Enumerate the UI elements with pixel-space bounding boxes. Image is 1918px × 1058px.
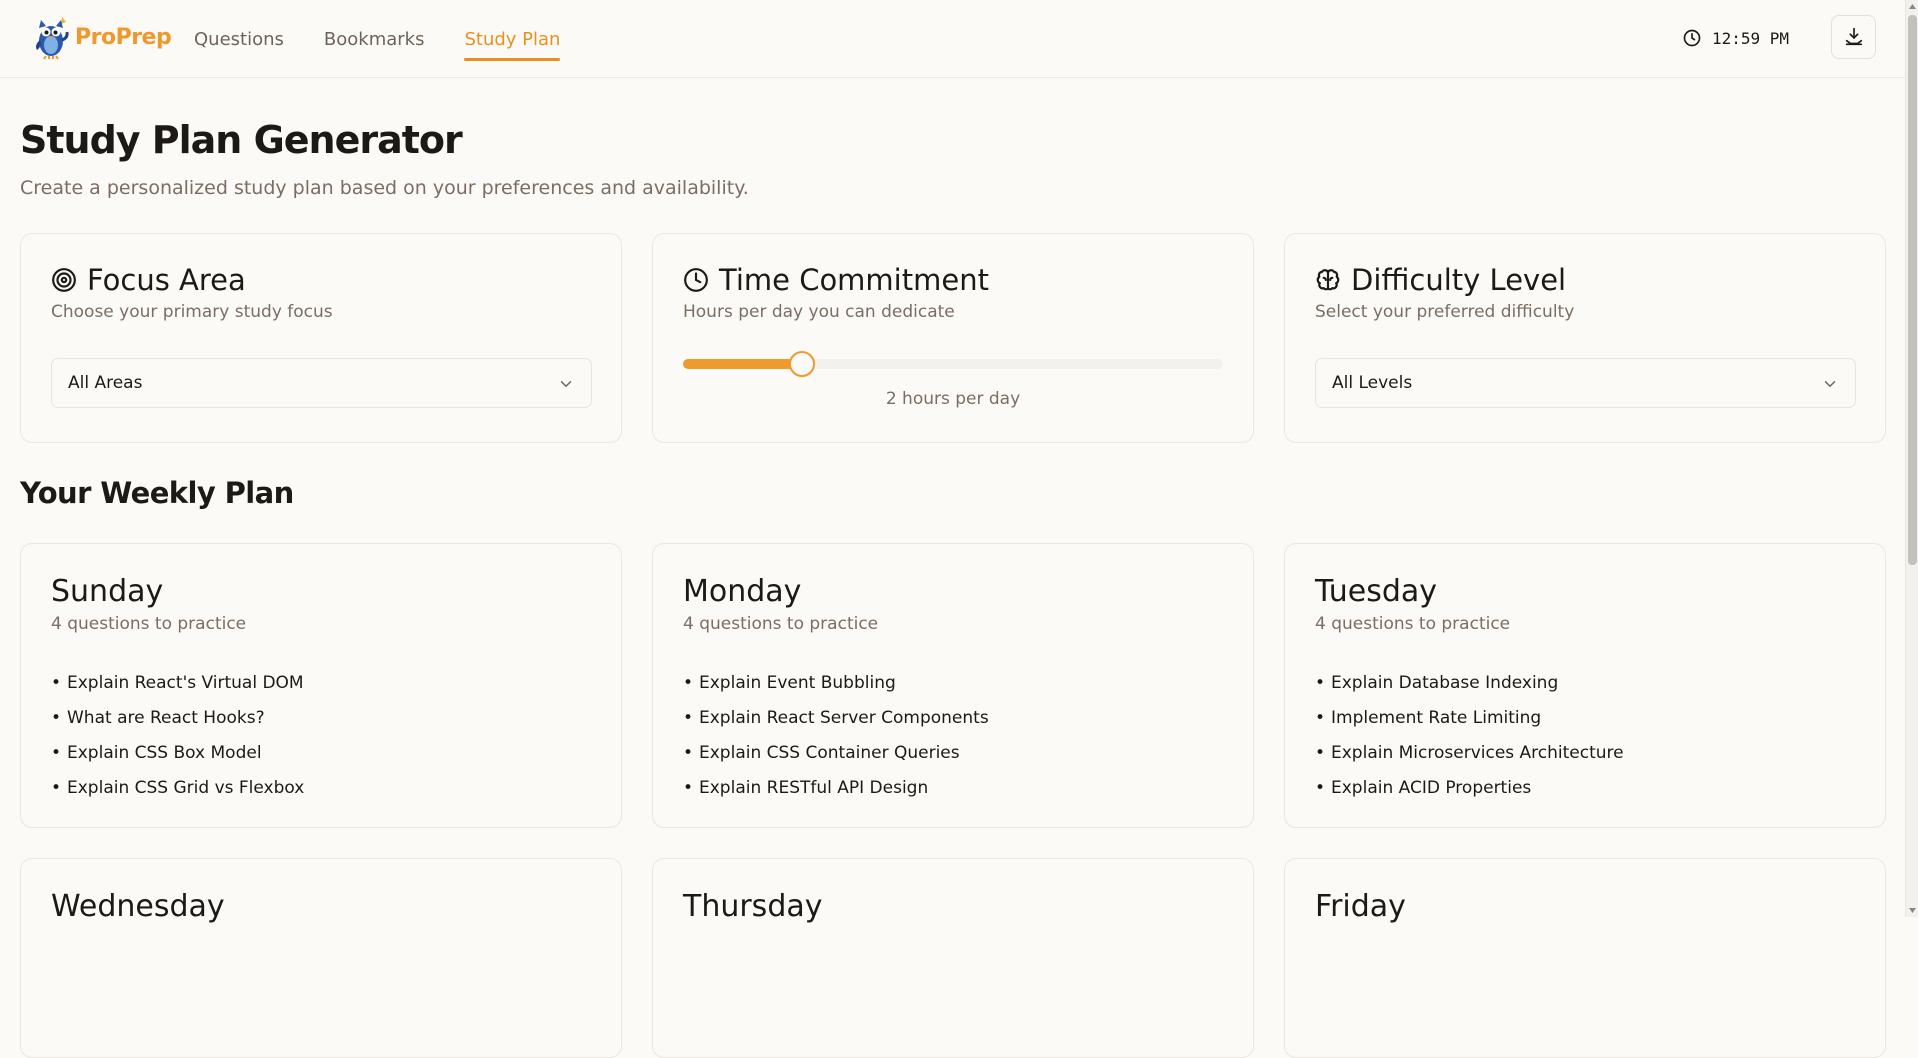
slider-range (683, 359, 802, 369)
scroll-down-arrow-icon[interactable] (1906, 904, 1918, 917)
download-tray-icon (1845, 27, 1862, 46)
bullet: • (1315, 777, 1326, 798)
question-item[interactable]: • Explain CSS Box Model (51, 735, 304, 770)
question-item[interactable]: • Explain CSS Grid vs Flexbox (51, 770, 304, 805)
owl-mascot-icon (36, 17, 69, 60)
slider-thumb[interactable] (789, 351, 815, 377)
difficulty-level-title-text: Difficulty Level (1351, 263, 1567, 297)
chevron-down-icon (560, 381, 572, 388)
time-commitment-description: Hours per day you can dedicate (683, 302, 955, 322)
difficulty-level-title: Difficulty Level (1315, 262, 1566, 298)
target-icon (52, 268, 76, 292)
focus-area-selected-value: All Areas (68, 373, 143, 393)
page-title: Study Plan Generator (20, 118, 463, 162)
day-question-count: 4 questions to practice (1315, 614, 1511, 634)
bullet: • (683, 742, 694, 763)
day-card-sunday: Sunday 4 questions to practice • Explain … (20, 543, 622, 828)
question-list: • Explain Event Bubbling • Explain React S… (683, 665, 989, 805)
brain-icon (1316, 269, 1340, 291)
day-name: Tuesday (1315, 574, 1438, 609)
day-name: Sunday (51, 574, 164, 609)
question-list: • Explain React's Virtual DOM • What are R… (51, 665, 304, 805)
day-card-friday: Friday (1284, 858, 1886, 1058)
bullet: • (1315, 707, 1326, 728)
question-text: Explain RESTful API Design (699, 777, 929, 798)
bullet: • (51, 672, 62, 693)
question-text: Explain Microservices Architecture (1331, 742, 1624, 763)
weekly-plan-heading: Your Weekly Plan (20, 476, 294, 510)
time-commitment-title: Time Commitment (683, 262, 989, 298)
day-card-monday: Monday 4 questions to practice • Explain … (652, 543, 1254, 828)
question-item[interactable]: • Explain Database Indexing (1315, 665, 1624, 700)
nav-link-questions[interactable]: Questions (194, 0, 284, 78)
install-app-button[interactable] (1831, 15, 1876, 59)
bullet: • (51, 707, 62, 728)
time-commitment-card: Time Commitment Hours per day you can de… (652, 233, 1254, 443)
question-text: Explain ACID Properties (1331, 777, 1532, 798)
question-text: Explain CSS Grid vs Flexbox (67, 777, 305, 798)
day-name: Thursday (683, 889, 823, 924)
day-card-wednesday: Wednesday (20, 858, 622, 1058)
question-text: What are React Hooks? (67, 707, 265, 728)
bullet: • (683, 672, 694, 693)
day-name: Wednesday (51, 889, 225, 924)
day-card-tuesday: Tuesday 4 questions to practice • Explain… (1284, 543, 1886, 828)
scroll-thumb[interactable] (1908, 15, 1917, 565)
question-text: Explain React's Virtual DOM (67, 672, 304, 693)
bullet: • (683, 707, 694, 728)
question-list: • Explain Database Indexing • Implement Ra… (1315, 665, 1624, 805)
question-item[interactable]: • Explain Event Bubbling (683, 665, 989, 700)
question-item[interactable]: • Explain RESTful API Design (683, 770, 989, 805)
day-question-count: 4 questions to practice (51, 614, 247, 634)
brand-name: ProPrep (75, 24, 172, 50)
clock-icon (684, 268, 708, 292)
bullet: • (51, 742, 62, 763)
day-card-thursday: Thursday (652, 858, 1254, 1058)
question-item[interactable]: • What are React Hooks? (51, 700, 304, 735)
question-text: Explain React Server Components (699, 707, 989, 728)
day-name: Friday (1315, 889, 1406, 924)
focus-area-select[interactable]: All Areas (51, 358, 592, 408)
top-navbar: ProPrep Questions Bookmarks Study Plan 1… (0, 0, 1905, 78)
hours-value-label: 2 hours per day (885, 389, 1021, 409)
focus-area-description: Choose your primary study focus (51, 302, 333, 322)
bullet: • (1315, 742, 1326, 763)
time-commitment-title-text: Time Commitment (719, 263, 989, 297)
question-text: Explain CSS Container Queries (699, 742, 960, 763)
question-item[interactable]: • Explain CSS Container Queries (683, 735, 989, 770)
question-item[interactable]: • Explain Microservices Architecture (1315, 735, 1624, 770)
difficulty-level-card: Difficulty Level Select your preferred d… (1284, 233, 1886, 443)
clock-icon (1683, 29, 1701, 47)
day-name: Monday (683, 574, 802, 609)
focus-area-title: Focus Area (51, 262, 246, 298)
clock-time: 12:59 PM (1712, 28, 1790, 48)
bullet: • (1315, 672, 1326, 693)
page-scrollbar[interactable] (1905, 0, 1918, 917)
question-item[interactable]: • Explain ACID Properties (1315, 770, 1624, 805)
scroll-up-arrow-icon[interactable] (1906, 0, 1918, 13)
clock: 12:59 PM (1682, 26, 1789, 50)
hours-slider[interactable] (683, 351, 1223, 377)
question-text: Explain Database Indexing (1331, 672, 1559, 693)
brand-logo-link[interactable]: ProPrep (31, 14, 172, 60)
difficulty-selected-value: All Levels (1332, 373, 1413, 393)
page-subtitle: Create a personalized study plan based o… (20, 177, 749, 199)
question-text: Explain Event Bubbling (699, 672, 896, 693)
bullet: • (51, 777, 62, 798)
difficulty-level-description: Select your preferred difficulty (1315, 302, 1575, 322)
chevron-down-icon (1824, 381, 1836, 388)
question-text: Explain CSS Box Model (67, 742, 262, 763)
difficulty-level-select[interactable]: All Levels (1315, 358, 1856, 408)
question-item[interactable]: • Explain React Server Components (683, 700, 989, 735)
bullet: • (683, 777, 694, 798)
focus-area-card: Focus Area Choose your primary study foc… (20, 233, 622, 443)
nav-link-bookmarks[interactable]: Bookmarks (324, 0, 425, 78)
question-item[interactable]: • Explain React's Virtual DOM (51, 665, 304, 700)
day-question-count: 4 questions to practice (683, 614, 879, 634)
question-item[interactable]: • Implement Rate Limiting (1315, 700, 1624, 735)
nav-link-study-plan[interactable]: Study Plan (464, 0, 561, 78)
question-text: Implement Rate Limiting (1331, 707, 1542, 728)
focus-area-title-text: Focus Area (87, 263, 246, 297)
main-nav: Questions Bookmarks Study Plan (194, 0, 600, 78)
